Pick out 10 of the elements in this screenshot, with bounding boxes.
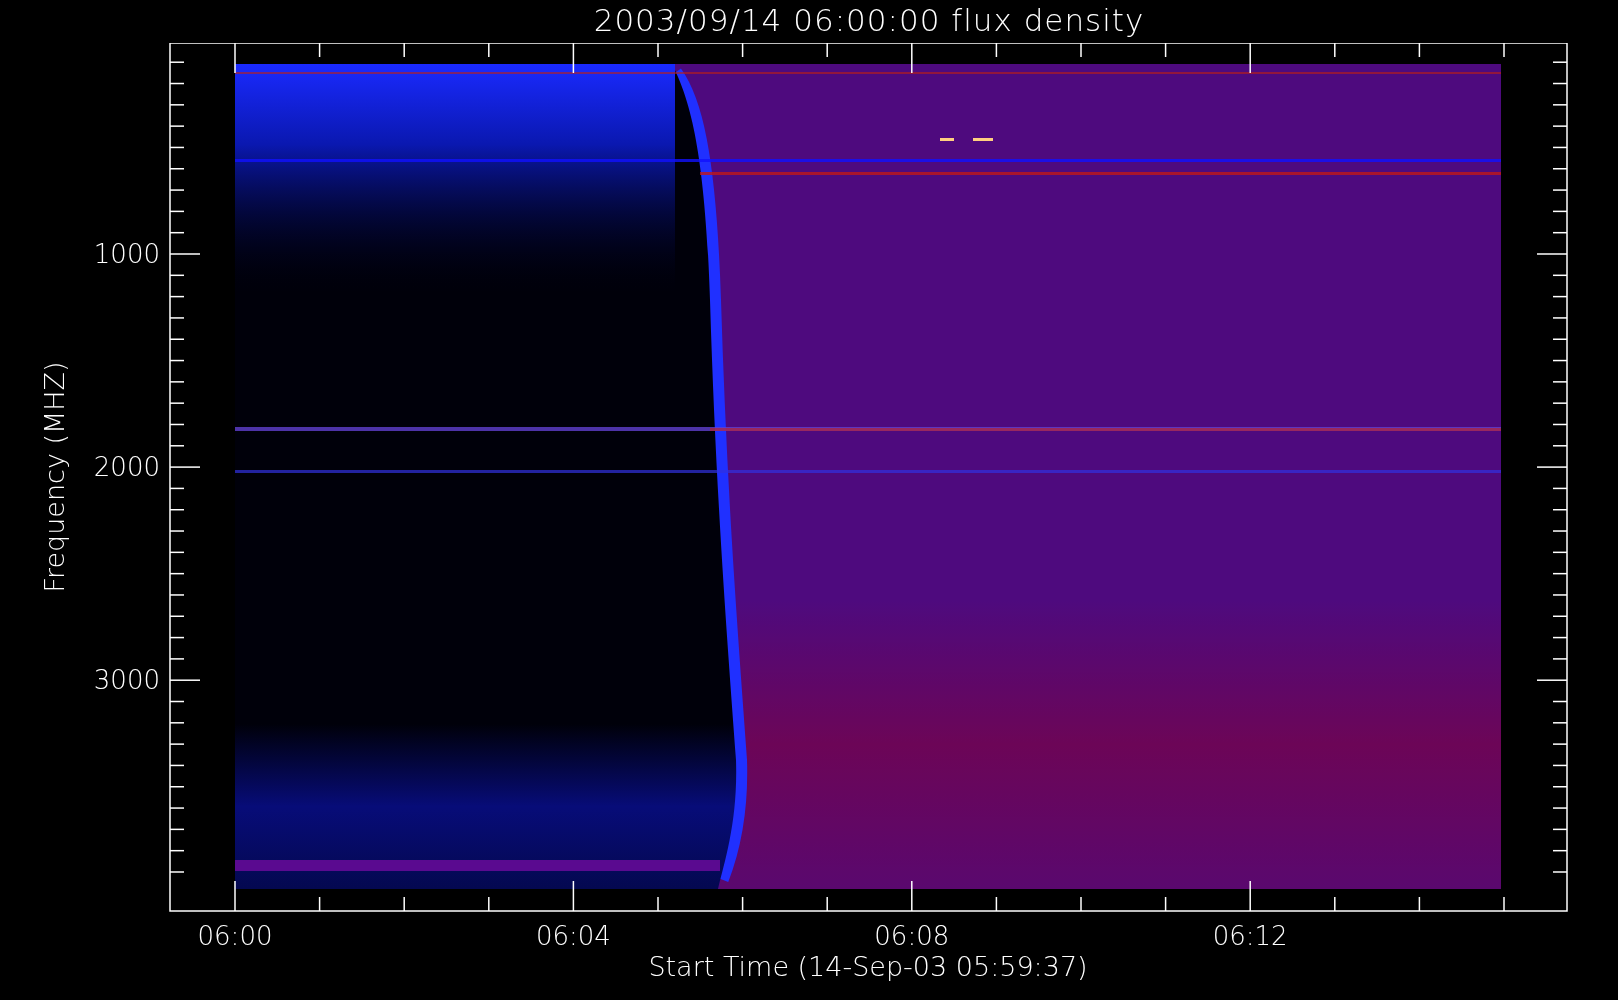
x-axis-label: Start Time (14-Sep-03 05:59:37) [648, 951, 1088, 982]
x-tick-label: 06:00 [197, 921, 273, 951]
x-tick-label: 06:12 [1212, 921, 1288, 951]
chart-title: 2003/09/14 06:00:00 flux density [593, 1, 1145, 40]
y-tick-label: 1000 [93, 239, 160, 269]
y-tick-label: 3000 [93, 665, 160, 696]
y-tick-label: 2000 [93, 452, 160, 483]
x-tick-label: 06:04 [535, 921, 611, 951]
y-axis-label: Frequency (MHZ) [39, 361, 70, 593]
x-tick-label: 06:08 [874, 921, 950, 951]
